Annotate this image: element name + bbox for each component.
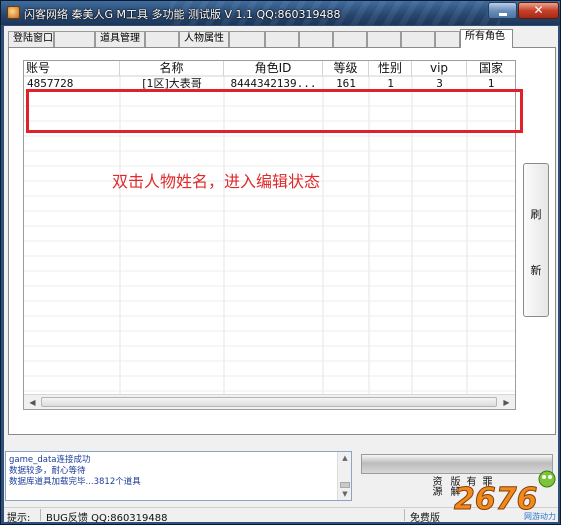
- refresh-label-char-2: 新: [530, 264, 542, 277]
- tab-blank-9[interactable]: [435, 31, 460, 47]
- grid-lines: [24, 75, 515, 395]
- cell-gender: 1: [387, 77, 394, 90]
- tab-items[interactable]: 道具管理: [95, 31, 145, 47]
- vertical-label-1: 资源: [432, 477, 443, 498]
- watermark-logo: 2676 网游动力: [454, 470, 556, 521]
- cell-level: 161: [336, 77, 356, 90]
- col-gender[interactable]: 性别: [369, 61, 412, 76]
- col-level[interactable]: 等级: [323, 61, 369, 76]
- tab-blank-1[interactable]: [54, 31, 95, 47]
- tab-blank-7[interactable]: [367, 31, 401, 47]
- col-vip[interactable]: vip: [412, 61, 467, 76]
- svg-text:网游动力: 网游动力: [524, 511, 556, 521]
- tab-blank-5[interactable]: [299, 31, 333, 47]
- log-box[interactable]: game_data连接成功 数据较多，耐心等待 数据库道具加载完毕...3812…: [5, 451, 352, 501]
- tab-blank-4[interactable]: [265, 31, 299, 47]
- cell-name[interactable]: [1区]大表哥: [120, 76, 224, 91]
- status-hint-label: 提示:: [7, 513, 31, 524]
- tab-login[interactable]: 登陆窗口: [8, 31, 54, 47]
- status-separator: [40, 509, 41, 521]
- cell-account: 4857728: [27, 77, 74, 90]
- annotation-hint-text: 双击人物姓名，进入编辑状态: [112, 172, 321, 191]
- scroll-left-icon[interactable]: ◀: [25, 396, 40, 409]
- character-grid[interactable]: 账号 名称 角色ID 等级 性别 vip 国家 4857728 [1区]大表哥 …: [23, 60, 516, 410]
- client-area: 登陆窗口 道具管理 人物属性 所有角色 账号 名称 角色ID 等级 性别 vip…: [4, 26, 558, 524]
- scroll-down-icon[interactable]: ▼: [338, 488, 351, 500]
- grid-header: 账号 名称 角色ID 等级 性别 vip 国家: [24, 61, 515, 76]
- tab-blank-3[interactable]: [229, 31, 265, 47]
- log-scrollbar[interactable]: ▲ ▼: [337, 452, 351, 500]
- tab-blank-2[interactable]: [145, 31, 179, 47]
- col-account[interactable]: 账号: [24, 61, 120, 76]
- tab-character[interactable]: 人物属性: [179, 31, 229, 47]
- scroll-up-icon[interactable]: ▲: [338, 452, 351, 464]
- col-name[interactable]: 名称: [120, 61, 224, 76]
- horizontal-scrollbar[interactable]: ◀ ▶: [24, 394, 515, 409]
- col-role-id[interactable]: 角色ID: [224, 61, 323, 76]
- close-button[interactable]: ✕: [518, 2, 559, 19]
- cell-country: 1: [487, 77, 495, 90]
- status-separator: [404, 509, 405, 521]
- table-row[interactable]: 4857728 [1区]大表哥 8444342139... 161 1 3 1: [24, 76, 515, 91]
- tab-all-characters[interactable]: 所有角色: [460, 29, 513, 48]
- scroll-thumb[interactable]: [41, 397, 497, 407]
- status-feedback: BUG反馈 QQ:860319488: [46, 513, 168, 524]
- cell-vip: 3: [436, 77, 443, 90]
- log-line: 数据库道具加载完毕...3812个道具: [9, 477, 141, 487]
- scroll-right-icon[interactable]: ▶: [499, 396, 514, 409]
- tab-panel: 账号 名称 角色ID 等级 性别 vip 国家 4857728 [1区]大表哥 …: [8, 47, 556, 435]
- minimize-button[interactable]: [488, 2, 517, 19]
- tab-strip: 登陆窗口 道具管理 人物属性 所有角色: [8, 29, 556, 48]
- refresh-button[interactable]: 刷 新: [523, 163, 549, 317]
- tab-blank-6[interactable]: [333, 31, 367, 47]
- col-country[interactable]: 国家: [467, 61, 515, 76]
- app-window: 闪客网络 秦美人G M工具 多功能 测试版 V 1.1 QQ:860319488…: [0, 0, 561, 525]
- app-icon: [7, 6, 20, 19]
- cell-role-id: 8444342139...: [230, 77, 317, 90]
- refresh-label-char-1: 刷: [530, 208, 542, 221]
- title-bar[interactable]: 闪客网络 秦美人G M工具 多功能 测试版 V 1.1 QQ:860319488…: [1, 1, 560, 25]
- tab-blank-8[interactable]: [401, 31, 435, 47]
- status-edition: 免费版: [410, 513, 440, 524]
- window-title: 闪客网络 秦美人G M工具 多功能 测试版 V 1.1 QQ:860319488: [24, 8, 341, 21]
